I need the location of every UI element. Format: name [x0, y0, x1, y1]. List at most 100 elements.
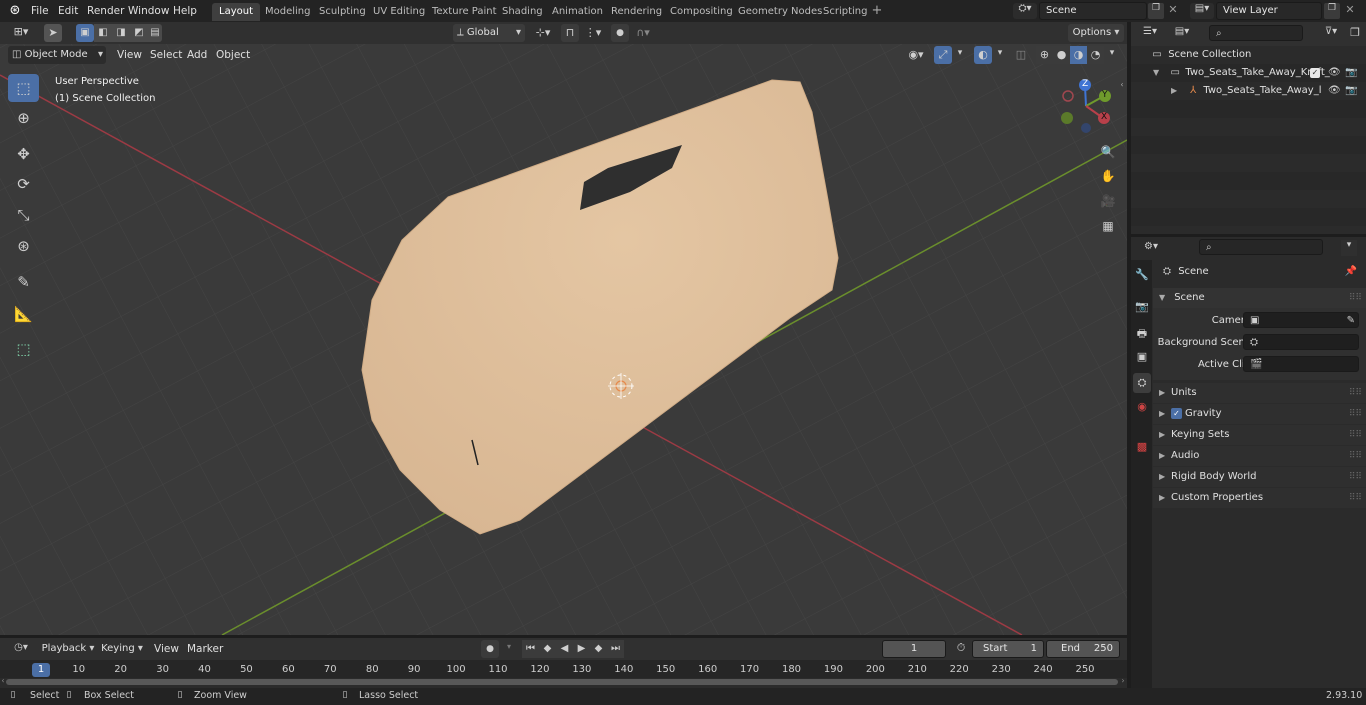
- subpanel-custom-properties[interactable]: ▶ Custom Properties ⠿⠿: [1153, 488, 1366, 508]
- shading-solid-icon[interactable]: ●: [1053, 46, 1070, 64]
- drag-handle-icon[interactable]: ⠿⠿: [1349, 425, 1362, 445]
- menu-help[interactable]: Help: [173, 3, 197, 19]
- tab-rendering[interactable]: Rendering: [604, 3, 669, 21]
- view-layer-field[interactable]: View Layer: [1216, 2, 1322, 20]
- mode-dropdown[interactable]: ◫ Object Mode ▾: [8, 46, 106, 64]
- scene-section-header[interactable]: ▼ Scene ⠿⠿: [1153, 288, 1366, 308]
- tab-compositing[interactable]: Compositing: [663, 3, 740, 21]
- active-clip-field[interactable]: 🎬: [1243, 356, 1359, 372]
- active-tool-icon[interactable]: ➤: [44, 24, 62, 42]
- timeline-menu-view[interactable]: View: [154, 641, 179, 657]
- camera-field[interactable]: ▣ ✎: [1243, 312, 1359, 328]
- outliner-search-input[interactable]: ⌕: [1209, 25, 1303, 41]
- options-dropdown[interactable]: Options ▾: [1068, 24, 1124, 42]
- drag-handle-icon[interactable]: ⠿⠿: [1349, 288, 1362, 308]
- preview-range-icon[interactable]: ⏱: [953, 641, 969, 655]
- background-scene-field[interactable]: ⛭: [1243, 334, 1359, 350]
- keying-menu[interactable]: Keying ▾: [98, 640, 146, 658]
- camera-view-icon[interactable]: 🎥: [1098, 191, 1118, 211]
- outliner-editor-icon[interactable]: ☰▾: [1139, 26, 1161, 37]
- next-keyframe-icon[interactable]: ◆: [590, 640, 607, 658]
- scale-tool[interactable]: ⤡: [8, 201, 39, 229]
- viewport-menu-add[interactable]: Add: [187, 47, 207, 63]
- new-view-layer-icon[interactable]: ❐: [1324, 3, 1340, 19]
- tab-animation[interactable]: Animation: [545, 3, 610, 21]
- menu-file[interactable]: File: [31, 3, 49, 19]
- properties-search-input[interactable]: ⌕: [1199, 239, 1323, 255]
- tab-sculpting[interactable]: Sculpting: [312, 3, 373, 21]
- render-tab-icon[interactable]: 📷: [1134, 300, 1150, 313]
- playback-menu[interactable]: Playback ▾: [40, 640, 96, 658]
- add-cube-tool[interactable]: ⬚: [8, 335, 39, 363]
- ortho-grid-icon[interactable]: ▦: [1098, 216, 1118, 236]
- shading-dropdown-icon[interactable]: ▾: [1106, 48, 1118, 58]
- select-box-tool[interactable]: ⬚: [8, 74, 39, 102]
- scene-name-field[interactable]: Scene: [1039, 2, 1147, 20]
- cursor-tool[interactable]: ⊕: [8, 104, 39, 132]
- timeline-editor-icon[interactable]: ◷▾: [8, 642, 34, 653]
- add-workspace-icon[interactable]: +: [870, 3, 884, 18]
- eye-icon[interactable]: 👁: [1328, 81, 1341, 101]
- shading-wireframe-icon[interactable]: ⊕: [1036, 46, 1053, 64]
- jump-end-icon[interactable]: ⏭: [607, 640, 624, 658]
- eyedropper-icon[interactable]: ✎: [1347, 313, 1355, 329]
- viewport-menu-select[interactable]: Select: [150, 47, 182, 63]
- drag-handle-icon[interactable]: ⠿⠿: [1349, 467, 1362, 487]
- shading-material-icon[interactable]: ◑: [1070, 46, 1087, 64]
- overlay-toggle-icon[interactable]: ◐: [974, 46, 992, 64]
- record-icon[interactable]: ●: [481, 640, 499, 658]
- jump-start-icon[interactable]: ⏮: [522, 640, 539, 658]
- shading-rendered-icon[interactable]: ◔: [1087, 46, 1104, 64]
- filter-icon[interactable]: ⊽▾: [1319, 26, 1343, 37]
- proportional-edit-icon[interactable]: ●: [611, 24, 629, 42]
- subpanel-gravity[interactable]: ▶ ✓ Gravity ⠿⠿: [1153, 404, 1366, 424]
- drag-handle-icon[interactable]: ⠿⠿: [1349, 446, 1362, 466]
- tab-texture-paint[interactable]: Texture Paint: [425, 3, 504, 21]
- prev-keyframe-icon[interactable]: ◆: [539, 640, 556, 658]
- properties-editor-icon[interactable]: ⚙▾: [1139, 241, 1163, 252]
- visibility-filter-icon[interactable]: ◉▾: [903, 48, 929, 61]
- play-reverse-icon[interactable]: ◀: [556, 640, 573, 658]
- output-tab-icon[interactable]: 🖶: [1134, 325, 1150, 344]
- select-new-icon[interactable]: ▣: [76, 24, 94, 42]
- select-extend-icon[interactable]: ◧: [94, 24, 112, 42]
- camera-restrict-icon[interactable]: 📷: [1345, 63, 1357, 83]
- pin-icon[interactable]: 📌: [1345, 262, 1357, 282]
- outliner-row-item-2[interactable]: ▶ ⅄ Two_Seats_Take_Away_l 👁 📷: [1171, 81, 1363, 101]
- viewport-menu-view[interactable]: View: [117, 47, 142, 63]
- tool-tab-icon[interactable]: 🔧: [1134, 268, 1150, 281]
- world-tab-icon[interactable]: ◉: [1134, 400, 1150, 413]
- pan-hand-icon[interactable]: ✋: [1098, 166, 1118, 186]
- menu-edit[interactable]: Edit: [58, 3, 78, 19]
- texture-tab-icon[interactable]: ▩: [1134, 440, 1150, 453]
- select-subtract-icon[interactable]: ◨: [112, 24, 130, 42]
- select-intersect-icon[interactable]: ▤: [148, 24, 162, 42]
- tab-uv-editing[interactable]: UV Editing: [366, 3, 432, 21]
- annotate-tool[interactable]: ✎: [8, 268, 39, 296]
- subpanel-units[interactable]: ▶ Units ⠿⠿: [1153, 383, 1366, 403]
- start-frame-field[interactable]: Start 1: [972, 640, 1044, 658]
- timeline-menu-marker[interactable]: Marker: [187, 641, 223, 657]
- viewport-menu-object[interactable]: Object: [216, 47, 250, 63]
- view-layer-selector-icon[interactable]: ▤▾: [1190, 3, 1214, 19]
- xray-icon[interactable]: ◫: [1014, 48, 1028, 61]
- tab-shading[interactable]: Shading: [495, 3, 550, 21]
- transform-orientation-dropdown[interactable]: ⟂ Global ▾: [453, 24, 525, 42]
- display-mode-icon[interactable]: ▤▾: [1171, 26, 1193, 37]
- drag-handle-icon[interactable]: ⠿⠿: [1349, 383, 1362, 403]
- play-icon[interactable]: ▶: [573, 640, 590, 658]
- snap-target-icon[interactable]: ⋮▾: [581, 26, 605, 39]
- subpanel-audio[interactable]: ▶ Audio ⠿⠿: [1153, 446, 1366, 466]
- gizmo-dropdown-icon[interactable]: ▾: [954, 48, 966, 58]
- zoom-icon[interactable]: 🔍: [1098, 142, 1118, 162]
- camera-restrict-icon[interactable]: 📷: [1345, 81, 1357, 101]
- view-layer-tab-icon[interactable]: ▣: [1134, 350, 1150, 363]
- drag-handle-icon[interactable]: ⠿⠿: [1349, 488, 1362, 508]
- close-scene-icon[interactable]: ✕: [1166, 3, 1180, 16]
- outliner-row-item-1[interactable]: ▼ ▭ Two_Seats_Take_Away_Kraft_ ✓ 👁 📷: [1153, 63, 1363, 83]
- new-collection-icon[interactable]: ❐: [1348, 26, 1362, 39]
- gravity-checkbox[interactable]: ✓: [1171, 408, 1182, 419]
- transform-tool[interactable]: ⊛: [8, 232, 39, 260]
- falloff-icon[interactable]: ∩▾: [631, 26, 655, 39]
- menu-render[interactable]: Render: [87, 3, 124, 19]
